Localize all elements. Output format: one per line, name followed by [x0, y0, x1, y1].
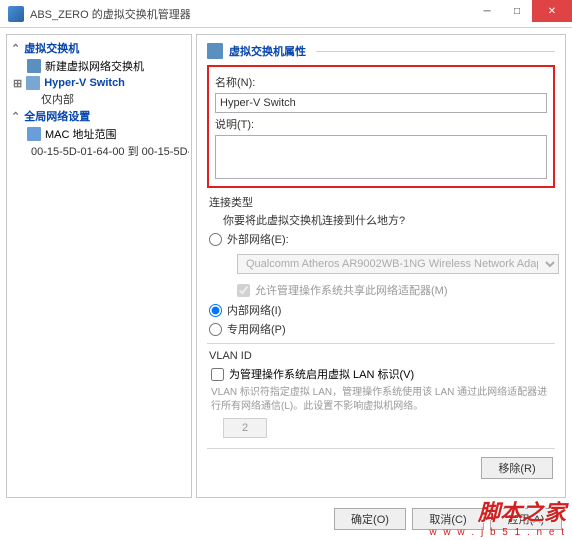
- app-icon: [8, 6, 24, 22]
- window-title: ABS_ZERO 的虚拟交换机管理器: [30, 6, 191, 22]
- name-input[interactable]: [215, 93, 547, 113]
- radio-external-label: 外部网络(E):: [227, 231, 289, 247]
- apply-button[interactable]: 应用(A): [490, 508, 562, 530]
- vswitch-icon: [26, 76, 40, 90]
- ok-button[interactable]: 确定(O): [334, 508, 406, 530]
- vlan-check-label: 为管理操作系统启用虚拟 LAN 标识(V): [229, 366, 414, 382]
- maximize-button[interactable]: [502, 0, 532, 22]
- dialog-buttons: 确定(O) 取消(C) 应用(A): [0, 504, 572, 534]
- share-checkbox: [237, 284, 250, 297]
- conn-type-header: 连接类型: [209, 194, 555, 210]
- radio-internal[interactable]: [209, 304, 222, 317]
- expand-icon[interactable]: ⊞: [13, 77, 22, 90]
- vlan-hint: VLAN 标识符指定虚拟 LAN，管理操作系统使用该 LAN 通过此网络适配器进…: [211, 386, 555, 414]
- desc-textarea[interactable]: [215, 135, 547, 179]
- radio-private[interactable]: [209, 323, 222, 336]
- tree-panel: ⌃虚拟交换机 新建虚拟网络交换机 ⊞Hyper-V Switch 仅内部 ⌃全局…: [6, 34, 192, 498]
- remove-button[interactable]: 移除(R): [481, 457, 553, 479]
- collapse-icon[interactable]: ⌃: [11, 42, 20, 55]
- adapter-select: Qualcomm Atheros AR9002WB-1NG Wireless N…: [237, 254, 559, 274]
- section-header: 虚拟交换机属性: [207, 43, 555, 59]
- tree-section-virtual[interactable]: ⌃虚拟交换机: [9, 39, 189, 57]
- tree-section-global[interactable]: ⌃全局网络设置: [9, 107, 189, 125]
- tree-item-mac-range: 00-15-5D-01-64-00 到 00-15-5D-0...: [9, 143, 189, 159]
- collapse-icon[interactable]: ⌃: [11, 110, 20, 123]
- desc-label: 说明(T):: [215, 116, 547, 132]
- titlebar: ABS_ZERO 的虚拟交换机管理器: [0, 0, 572, 28]
- properties-panel: 虚拟交换机属性 名称(N): 说明(T): 连接类型 你要将此虚拟交换机连接到什…: [196, 34, 566, 498]
- vlan-id-input: [223, 418, 267, 438]
- vlan-checkbox[interactable]: [211, 368, 224, 381]
- switch-icon: [27, 59, 41, 73]
- conn-question: 你要将此虚拟交换机连接到什么地方?: [223, 212, 555, 228]
- close-button[interactable]: [532, 0, 572, 22]
- name-label: 名称(N):: [215, 74, 547, 90]
- tree-item-mac[interactable]: MAC 地址范围: [9, 125, 189, 143]
- vswitch-icon: [207, 43, 223, 59]
- radio-private-label: 专用网络(P): [227, 321, 286, 337]
- share-label: 允许管理操作系统共享此网络适配器(M): [255, 282, 448, 298]
- radio-internal-label: 内部网络(I): [227, 302, 281, 318]
- tree-item-new-switch[interactable]: 新建虚拟网络交换机: [9, 57, 189, 75]
- tree-item-hyperv[interactable]: ⊞Hyper-V Switch: [9, 75, 189, 91]
- vlan-header: VLAN ID: [209, 350, 555, 362]
- radio-external[interactable]: [209, 233, 222, 246]
- highlight-box: 名称(N): 说明(T):: [207, 65, 555, 188]
- minimize-button[interactable]: [472, 0, 502, 22]
- tree-item-hyperv-type: 仅内部: [9, 91, 189, 107]
- cancel-button[interactable]: 取消(C): [412, 508, 484, 530]
- mac-icon: [27, 127, 41, 141]
